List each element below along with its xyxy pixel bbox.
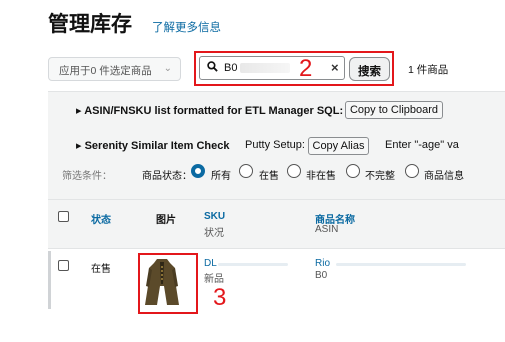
asin-list-toggle[interactable]: ▸ ASIN/FNSKU list formatted for ETL Mana…	[76, 104, 343, 117]
learn-more-link[interactable]: 了解更多信息	[152, 19, 221, 35]
row-product-name[interactable]: Rio	[315, 258, 330, 269]
radio-active-label: 在售	[259, 171, 279, 182]
select-all-checkbox[interactable]	[58, 211, 69, 222]
page-title: 管理库存	[48, 12, 132, 36]
redacted-text	[218, 263, 288, 266]
copy-alias-button[interactable]: Copy Alias	[308, 137, 369, 155]
result-count: 1 件商品	[408, 64, 449, 76]
radio-all-label: 所有	[211, 171, 231, 182]
bulk-action-label: 应用于0 件选定商品	[59, 65, 152, 77]
radio-inactive-label: 非在售	[306, 171, 336, 182]
radio-incomplete[interactable]	[346, 164, 360, 178]
column-header-asin: ASIN	[315, 224, 339, 235]
row-condition: 新品	[204, 274, 224, 285]
triangle-right-icon: ▸	[76, 105, 82, 117]
row-status: 在售	[91, 264, 111, 275]
column-header-status[interactable]: 状态	[91, 211, 111, 226]
radio-active[interactable]	[239, 164, 253, 178]
triangle-right-icon: ▸	[76, 140, 82, 152]
annotation-number-3: 3	[213, 284, 227, 311]
annotation-box-image	[138, 253, 198, 314]
annotation-box-search	[194, 51, 394, 86]
filter-label: 筛选条件：	[62, 171, 112, 182]
bulk-action-dropdown[interactable]: 应用于0 件选定商品 ⌄	[48, 57, 181, 81]
status-filter-label: 商品状态：	[142, 171, 192, 182]
column-header-image: 图片	[156, 215, 176, 226]
age-hint-text: Enter "-age" va	[385, 139, 459, 151]
row-indicator	[48, 251, 51, 309]
radio-inactive[interactable]	[287, 164, 301, 178]
row-checkbox[interactable]	[58, 260, 69, 271]
radio-listing-info[interactable]	[405, 164, 419, 178]
radio-listing-info-label: 商品信息	[424, 171, 464, 182]
chevron-down-icon: ⌄	[163, 63, 172, 74]
radio-all[interactable]	[191, 164, 205, 178]
serenity-label: Serenity Similar Item Check	[84, 140, 230, 152]
annotation-number-2: 2	[299, 55, 313, 82]
column-header-sku[interactable]: SKU	[204, 211, 225, 222]
radio-incomplete-label: 不完整	[365, 171, 395, 182]
asin-list-label: ASIN/FNSKU list formatted for ETL Manage…	[84, 105, 344, 117]
putty-setup-label: Putty Setup:	[245, 139, 305, 151]
table-header	[48, 199, 505, 249]
copy-to-clipboard-button[interactable]: Copy to Clipboard	[345, 101, 443, 119]
column-header-condition: 状况	[204, 228, 224, 239]
redacted-text	[336, 263, 466, 266]
row-asin: B0	[315, 270, 328, 281]
row-sku[interactable]: DL	[204, 258, 217, 269]
serenity-check-toggle[interactable]: ▸ Serenity Similar Item Check	[76, 139, 230, 152]
